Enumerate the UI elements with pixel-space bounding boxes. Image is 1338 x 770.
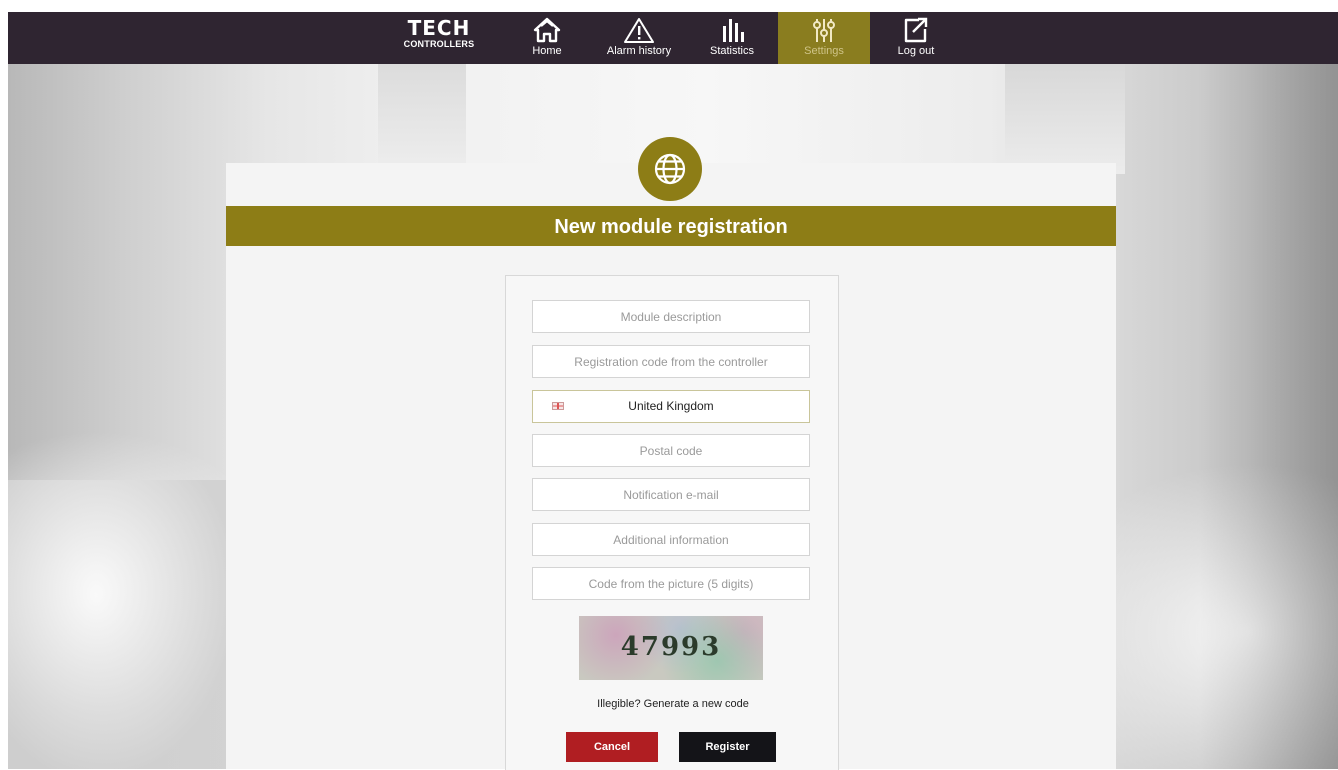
page-title: New module registration (226, 206, 1116, 246)
nav-settings[interactable]: Settings (778, 12, 870, 64)
postal-code-input[interactable] (532, 434, 810, 467)
warning-icon (624, 18, 654, 43)
captcha-code-input[interactable] (532, 567, 810, 600)
notification-email-input[interactable] (532, 478, 810, 511)
background-decor (1200, 64, 1338, 769)
registration-code-input[interactable] (532, 345, 810, 378)
additional-information-input[interactable] (532, 523, 810, 556)
globe-badge (638, 137, 702, 201)
nav-home-label: Home (532, 45, 562, 57)
tech-controllers-logo[interactable]: TECH CONTROLLERS (393, 18, 485, 58)
nav-statistics-label: Statistics (709, 45, 754, 57)
background-decor (378, 64, 466, 174)
cancel-button[interactable]: Cancel (566, 732, 658, 762)
logout-icon (904, 17, 928, 43)
background-decor (8, 480, 228, 769)
logo-main-text: TECH (407, 16, 471, 40)
nav-alarm-history-label: Alarm history (606, 45, 672, 57)
nav-alarm-history[interactable]: Alarm history (597, 12, 681, 64)
register-button[interactable]: Register (679, 732, 776, 762)
nav-log-out[interactable]: Log out (889, 12, 943, 64)
nav-statistics[interactable]: Statistics (701, 12, 763, 64)
captcha-image: 47993 (579, 616, 763, 680)
globe-icon (654, 153, 686, 185)
sliders-icon (813, 19, 835, 42)
uk-flag-icon (552, 402, 564, 410)
regenerate-captcha-link[interactable]: Illegible? Generate a new code (560, 698, 786, 710)
captcha-image-code: 47993 (620, 632, 722, 662)
logo-sub-text: CONTROLLERS (403, 39, 475, 49)
country-select[interactable]: United Kingdom (532, 390, 810, 423)
bar-chart-icon (723, 19, 744, 42)
nav-log-out-label: Log out (897, 45, 935, 57)
country-select-value: United Kingdom (628, 399, 714, 413)
nav-home[interactable]: Home (524, 12, 570, 64)
nav-settings-label: Settings (804, 45, 844, 57)
background-decor (1005, 64, 1125, 174)
module-description-input[interactable] (532, 300, 810, 333)
home-icon (533, 17, 561, 43)
